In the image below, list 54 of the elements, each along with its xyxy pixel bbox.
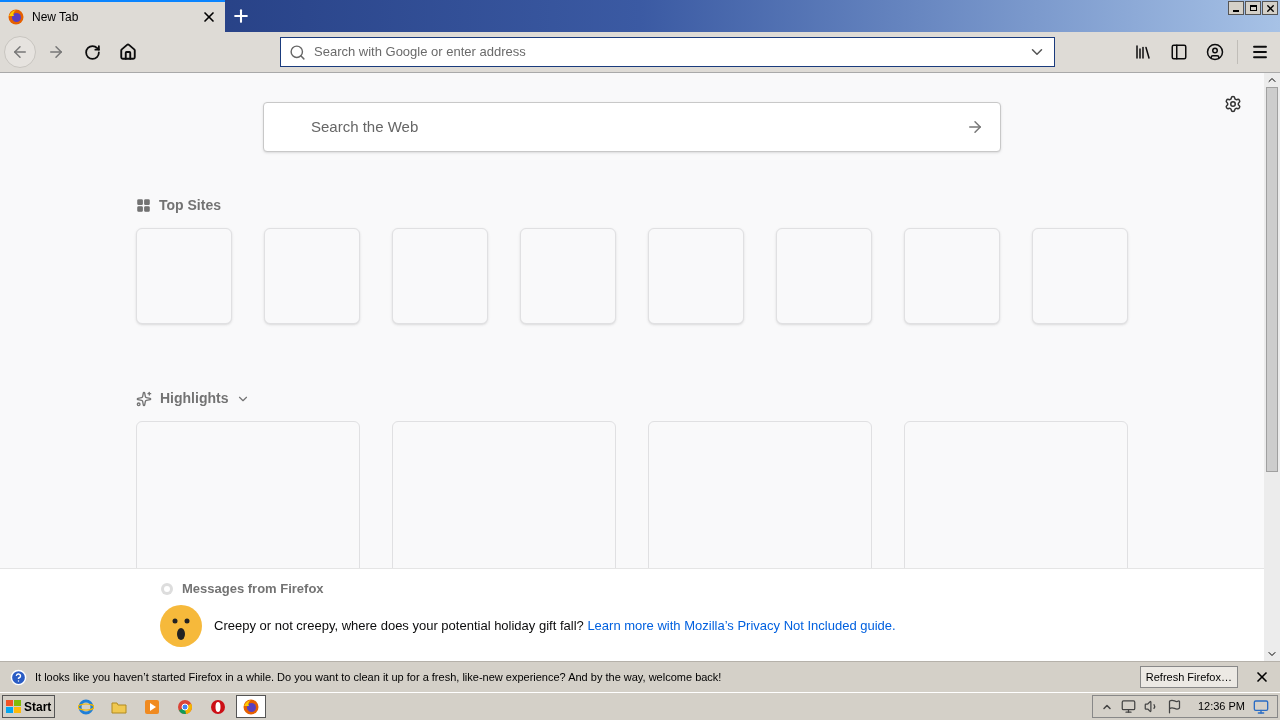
site-tile[interactable]	[904, 228, 1000, 324]
back-button[interactable]	[4, 36, 36, 68]
refresh-firefox-button[interactable]: Refresh Firefox…	[1139, 666, 1238, 688]
site-tile[interactable]	[776, 228, 872, 324]
home-icon	[119, 43, 137, 61]
flag-icon[interactable]	[1166, 699, 1182, 714]
settings-icon[interactable]	[1224, 95, 1242, 113]
search-input[interactable]: Search the Web	[311, 115, 966, 139]
site-tile[interactable]	[136, 228, 232, 324]
windows-logo-icon	[6, 699, 22, 714]
browser-e-icon	[78, 698, 95, 715]
close-window-button[interactable]	[1262, 1, 1278, 15]
library-icon	[1134, 43, 1152, 61]
minimize-button[interactable]	[1228, 1, 1244, 15]
plus-icon	[231, 6, 251, 26]
site-tile[interactable]	[392, 228, 488, 324]
privacy-guide-link[interactable]: Learn more with Mozilla’s Privacy Not Included guide.	[587, 617, 896, 633]
clock[interactable]: 12:36 PM	[1197, 698, 1245, 715]
media-player-icon	[144, 698, 161, 715]
opera-icon	[210, 698, 227, 715]
section-title: Highlights	[160, 389, 229, 408]
section-title: Top Sites	[159, 196, 221, 215]
notification-text: It looks like you haven’t started Firefox in a while. Do you want to clean it up for a fresh, like-new experience? And by the way, welcome back!	[35, 669, 723, 685]
sparkle-icon	[136, 390, 152, 407]
firefox-icon	[8, 9, 24, 25]
close-icon	[1264, 2, 1276, 14]
help-icon	[10, 668, 27, 686]
reload-icon	[83, 43, 101, 61]
surprised-emoji-icon	[160, 604, 202, 647]
search-icon	[289, 43, 306, 61]
browser-tab[interactable]: New Tab	[0, 0, 225, 32]
site-tile[interactable]	[520, 228, 616, 324]
tab-title: New Tab	[32, 9, 80, 26]
firefox-icon	[243, 698, 260, 715]
site-tile[interactable]	[264, 228, 360, 324]
start-button[interactable]: Start	[2, 695, 56, 718]
site-tile[interactable]	[648, 228, 744, 324]
grid-icon	[136, 198, 151, 213]
address-bar[interactable]: Search with Google or enter address	[280, 37, 1055, 67]
taskbar-app[interactable]	[236, 695, 267, 718]
site-tile[interactable]	[1032, 228, 1128, 324]
restore-button[interactable]	[1245, 1, 1261, 15]
close-icon[interactable]	[201, 9, 217, 25]
chrome-icon	[177, 698, 194, 715]
web-search-field[interactable]: Search the Web	[263, 102, 1001, 152]
sidebar-icon	[1170, 43, 1188, 61]
account-icon	[1206, 43, 1224, 61]
arrow-icon[interactable]	[966, 118, 984, 136]
messages-title: Messages from Firefox	[182, 580, 324, 598]
close-icon[interactable]	[1254, 669, 1270, 685]
message-text: Creepy or not creepy, where does your potential holiday gift fall? Learn more with Mozilla’s Privacy Not Included guide.	[214, 616, 896, 635]
menu-icon	[1251, 43, 1269, 61]
forward-arrow-icon	[47, 43, 65, 61]
scrollbar[interactable]	[1264, 73, 1280, 661]
